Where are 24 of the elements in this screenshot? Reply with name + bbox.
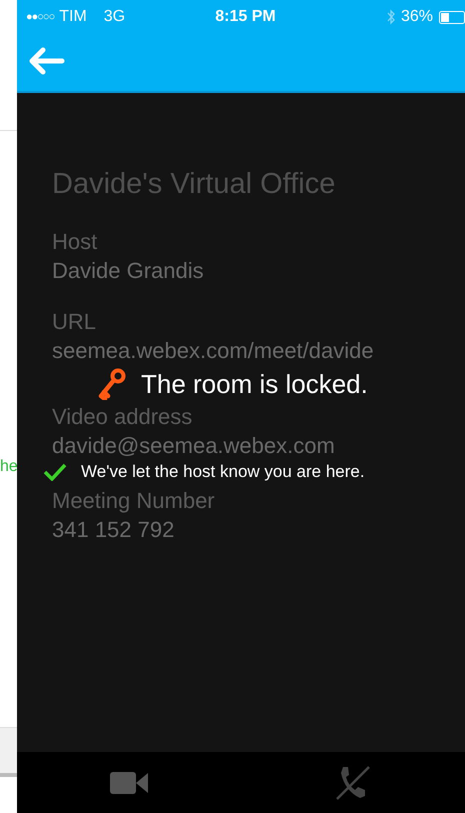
window-panel	[0, 727, 17, 777]
back-arrow-icon[interactable]	[27, 46, 65, 76]
checkmark-icon	[43, 463, 67, 481]
host-notified-message: We've let the host know you are here.	[81, 462, 365, 482]
key-icon	[97, 368, 127, 400]
signal-strength: ●●○○○	[26, 11, 54, 23]
phone-off-icon[interactable]	[335, 764, 371, 800]
field-value: 341 152 792	[52, 516, 174, 544]
network-type: 3G	[104, 8, 126, 26]
battery-icon	[439, 10, 465, 24]
field-label: Meeting Number	[52, 487, 215, 515]
field-value: Davide Grandis	[52, 257, 204, 285]
battery-percentage: 36%	[400, 8, 433, 26]
field-value: davide@seemea.webex.com	[52, 432, 335, 460]
field-value: seemea.webex.com/meet/davide	[52, 337, 374, 365]
field-label: Host	[52, 228, 98, 256]
field-label: Video address	[52, 403, 192, 431]
field-label: URL	[52, 308, 96, 336]
partial-text: he	[0, 457, 17, 477]
bluetooth-icon	[386, 9, 395, 25]
clock-time: 8:15 PM	[215, 8, 276, 26]
locked-message: The room is locked.	[141, 368, 368, 400]
room-title: Davide's Virtual Office	[52, 167, 336, 202]
carrier-name: TIM	[59, 8, 87, 26]
